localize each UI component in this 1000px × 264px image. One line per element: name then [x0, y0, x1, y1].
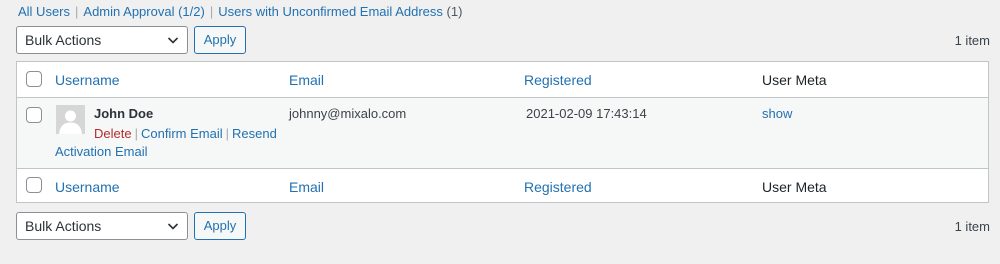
table-footer-row: Username Email Registered User Meta — [17, 168, 988, 202]
view-unconfirmed-count: (1) — [446, 4, 463, 19]
view-separator: | — [75, 4, 79, 19]
column-user-meta: User Meta — [762, 72, 827, 88]
row-actions: Delete | Confirm Email | Resend Activation E… — [55, 125, 285, 161]
column-registered-sort[interactable]: Registered — [524, 72, 592, 88]
chevron-down-icon — [167, 223, 179, 230]
view-all-users-link[interactable]: All Users — [18, 4, 70, 19]
column-user-meta-footer: User Meta — [762, 179, 827, 195]
user-display-name: John Doe — [94, 106, 154, 121]
view-separator: | — [209, 4, 214, 19]
chevron-down-icon — [167, 37, 179, 44]
view-admin-approval-link[interactable]: Admin Approval (1/2) — [83, 4, 204, 19]
select-all-checkbox-footer[interactable] — [26, 177, 42, 193]
column-username-sort-footer[interactable]: Username — [55, 179, 120, 195]
bulk-actions-select-bottom[interactable]: Bulk Actions — [16, 212, 188, 240]
action-separator: | — [225, 126, 229, 141]
users-table: Username Email Registered User Meta John… — [16, 61, 989, 203]
view-filters: All Users | Admin Approval (1/2) | Users wit… — [18, 4, 462, 19]
bulk-actions-selected-value: Bulk Actions — [25, 32, 102, 48]
tablenav-top: Bulk Actions Apply 1 item — [16, 26, 990, 54]
select-all-checkbox[interactable] — [26, 71, 42, 87]
action-separator: | — [134, 126, 138, 141]
column-email-sort-footer[interactable]: Email — [289, 179, 324, 195]
tablenav-bottom: Bulk Actions Apply 1 item — [16, 212, 990, 240]
show-user-meta-link[interactable]: show — [762, 106, 792, 121]
delete-user-link[interactable]: Delete — [94, 126, 132, 141]
confirm-email-link[interactable]: Confirm Email — [141, 126, 223, 141]
items-count-top: 1 item — [954, 33, 990, 48]
apply-button-bottom[interactable]: Apply — [194, 212, 246, 240]
table-row: John Doe Delete | Confirm Email | Resend Act… — [17, 98, 988, 168]
column-email-sort[interactable]: Email — [289, 72, 324, 88]
bulk-actions-selected-value: Bulk Actions — [25, 218, 102, 234]
table-header-row: Username Email Registered User Meta — [17, 62, 988, 98]
row-checkbox[interactable] — [26, 107, 42, 123]
apply-button-top[interactable]: Apply — [194, 26, 246, 54]
column-username-sort[interactable]: Username — [55, 72, 120, 88]
user-email: johnny@mixalo.com — [289, 106, 407, 121]
user-registered-date: 2021-02-09 17:43:14 — [526, 106, 647, 121]
items-count-bottom: 1 item — [954, 219, 990, 234]
view-unconfirmed-link[interactable]: Users with Unconfirmed Email Address — [218, 4, 443, 19]
bulk-actions-select-top[interactable]: Bulk Actions — [16, 26, 188, 54]
column-registered-sort-footer[interactable]: Registered — [524, 179, 592, 195]
